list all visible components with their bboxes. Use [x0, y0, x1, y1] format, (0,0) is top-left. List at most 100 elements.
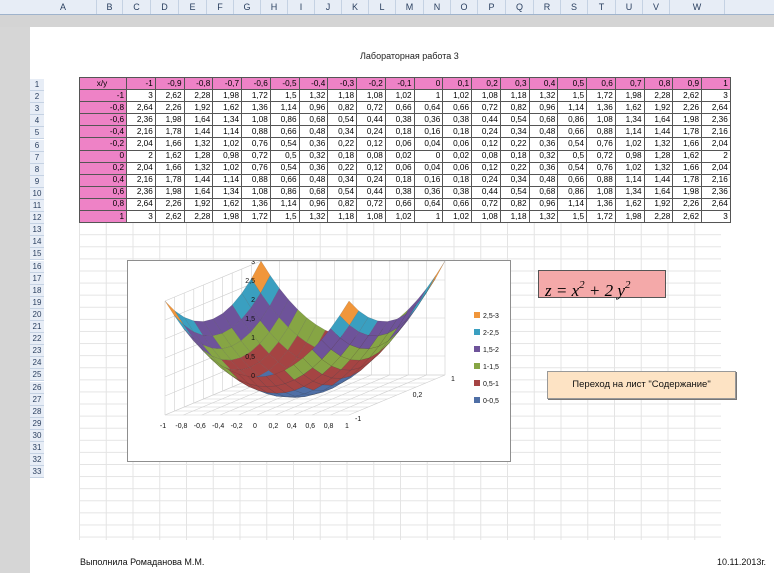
- value-cell[interactable]: 1,32: [643, 161, 674, 175]
- value-cell[interactable]: 0,48: [528, 125, 559, 139]
- value-cell[interactable]: 2,16: [126, 173, 156, 187]
- value-cell[interactable]: 0,16: [413, 125, 444, 139]
- value-cell[interactable]: 0,72: [356, 197, 386, 212]
- value-cell[interactable]: 0,66: [442, 101, 472, 115]
- value-cell[interactable]: 0,18: [384, 173, 415, 187]
- value-cell[interactable]: 1,98: [154, 113, 185, 127]
- value-cell[interactable]: 0,98: [212, 149, 242, 163]
- value-cell[interactable]: 0,36: [298, 161, 329, 175]
- value-cell[interactable]: 0,08: [356, 149, 386, 163]
- value-cell[interactable]: 1,5: [557, 210, 587, 224]
- value-cell[interactable]: 1,92: [643, 197, 674, 212]
- value-cell[interactable]: 2,04: [701, 161, 731, 175]
- value-cell[interactable]: 1,62: [212, 101, 242, 115]
- value-cell[interactable]: 0,54: [327, 113, 357, 127]
- value-cell[interactable]: 0,38: [384, 185, 415, 199]
- value-cell[interactable]: 1,98: [614, 210, 645, 224]
- value-cell[interactable]: 1,14: [269, 101, 300, 115]
- value-cell[interactable]: 1,14: [557, 197, 587, 212]
- row-header-9[interactable]: 9: [30, 175, 44, 188]
- value-cell[interactable]: 2,36: [701, 113, 731, 127]
- y-header-cell[interactable]: -0,4: [79, 125, 127, 139]
- x-header-cell[interactable]: 0,6: [586, 76, 616, 91]
- x-header-cell[interactable]: -0,4: [298, 76, 329, 91]
- value-cell[interactable]: 0,54: [269, 137, 300, 151]
- x-header-cell[interactable]: 0,7: [614, 76, 645, 91]
- value-cell[interactable]: 0,64: [413, 197, 444, 212]
- value-cell[interactable]: 0,02: [384, 149, 415, 163]
- value-cell[interactable]: 1,78: [154, 173, 185, 187]
- value-cell[interactable]: 2,62: [154, 210, 185, 224]
- value-cell[interactable]: 2,28: [643, 89, 674, 103]
- column-header-g[interactable]: G: [234, 0, 261, 14]
- value-cell[interactable]: 1,78: [154, 125, 185, 139]
- column-header-t[interactable]: T: [588, 0, 616, 14]
- x-header-cell[interactable]: 0,4: [528, 76, 559, 91]
- value-cell[interactable]: 0,04: [413, 161, 444, 175]
- value-cell[interactable]: 2,36: [701, 185, 731, 199]
- value-cell[interactable]: 1,44: [183, 173, 214, 187]
- value-cell[interactable]: 2,64: [701, 197, 731, 212]
- row-header-1[interactable]: 1: [30, 79, 44, 92]
- x-header-cell[interactable]: -0,5: [269, 76, 300, 91]
- column-header-b[interactable]: B: [97, 0, 123, 14]
- x-header-cell[interactable]: 0: [413, 76, 444, 91]
- value-cell[interactable]: 0,72: [356, 101, 386, 115]
- value-cell[interactable]: 2,16: [126, 125, 156, 139]
- value-cell[interactable]: 1,32: [183, 137, 214, 151]
- value-cell[interactable]: 0,32: [528, 149, 559, 163]
- y-header-cell[interactable]: 0: [79, 149, 127, 163]
- value-cell[interactable]: 0,76: [586, 137, 616, 151]
- column-header-k[interactable]: K: [342, 0, 369, 14]
- value-cell[interactable]: 0,54: [557, 137, 587, 151]
- x-header-cell[interactable]: -0,6: [241, 76, 271, 91]
- y-header-cell[interactable]: -0,8: [79, 101, 127, 115]
- value-cell[interactable]: 1,62: [212, 197, 242, 212]
- value-cell[interactable]: 1,92: [183, 101, 214, 115]
- column-header-a[interactable]: A: [30, 0, 97, 14]
- value-cell[interactable]: 1,92: [183, 197, 214, 212]
- value-cell[interactable]: 0,22: [499, 161, 530, 175]
- row-header-26[interactable]: 26: [30, 381, 44, 394]
- value-cell[interactable]: 1,08: [471, 210, 501, 224]
- value-cell[interactable]: 0,76: [241, 161, 271, 175]
- column-header-i[interactable]: I: [288, 0, 315, 14]
- value-cell[interactable]: 2,04: [701, 137, 731, 151]
- value-cell[interactable]: 1,02: [212, 137, 242, 151]
- value-cell[interactable]: 0,12: [356, 137, 386, 151]
- formula-box[interactable]: z = x2 + 2 y2: [538, 270, 666, 300]
- row-header-13[interactable]: 13: [30, 224, 44, 237]
- value-cell[interactable]: 1,14: [614, 125, 645, 139]
- value-cell[interactable]: 1: [413, 89, 444, 103]
- value-cell[interactable]: 1,44: [183, 125, 214, 139]
- value-cell[interactable]: 0,5: [269, 149, 300, 163]
- value-cell[interactable]: 1,78: [672, 173, 702, 187]
- value-cell[interactable]: 0,76: [586, 161, 616, 175]
- value-cell[interactable]: 1,64: [643, 185, 674, 199]
- value-cell[interactable]: 0,44: [356, 113, 386, 127]
- value-cell[interactable]: 0,66: [269, 125, 300, 139]
- value-cell[interactable]: 1,98: [212, 89, 242, 103]
- value-cell[interactable]: 0,72: [471, 101, 501, 115]
- value-cell[interactable]: 0,82: [327, 101, 357, 115]
- y-header-cell[interactable]: -0,2: [79, 137, 127, 151]
- value-cell[interactable]: 1,5: [269, 210, 300, 224]
- value-cell[interactable]: 0,98: [614, 149, 645, 163]
- value-cell[interactable]: 0,36: [528, 161, 559, 175]
- value-cell[interactable]: 0,24: [356, 125, 386, 139]
- value-cell[interactable]: 0,32: [298, 149, 329, 163]
- row-header-30[interactable]: 30: [30, 429, 44, 442]
- value-cell[interactable]: 0,72: [586, 149, 616, 163]
- value-cell[interactable]: 0,64: [413, 101, 444, 115]
- row-header-11[interactable]: 11: [30, 200, 44, 213]
- value-cell[interactable]: 1,36: [241, 197, 271, 212]
- value-cell[interactable]: 2,62: [154, 89, 185, 103]
- value-cell[interactable]: 0,54: [327, 185, 357, 199]
- value-cell[interactable]: 1,78: [672, 125, 702, 139]
- value-cell[interactable]: 0,54: [269, 161, 300, 175]
- value-cell[interactable]: 0,36: [413, 113, 444, 127]
- value-cell[interactable]: 1,98: [672, 113, 702, 127]
- value-cell[interactable]: 0,34: [327, 125, 357, 139]
- column-header-j[interactable]: J: [315, 0, 342, 14]
- value-cell[interactable]: 0,68: [298, 113, 329, 127]
